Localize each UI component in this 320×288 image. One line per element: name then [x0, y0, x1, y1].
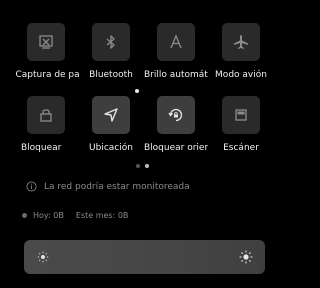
tile-bluetooth[interactable]: Bluetooth [79, 23, 143, 93]
tile-rotation-lock-label: Bloquear orientación [144, 143, 208, 153]
brightness-slider[interactable] [24, 240, 265, 274]
tile-bluetooth-button[interactable] [92, 23, 130, 61]
data-usage-month: Este mes: 0B [75, 211, 129, 220]
bluetooth-indicator-dot [135, 89, 139, 93]
network-warning-text: La red podría estar monitoreada [44, 181, 190, 192]
tile-rotation-lock[interactable]: Bloquear orientación [144, 96, 208, 154]
quick-settings-panel: Captura de pantalla Bluetooth Brillo aut… [0, 0, 288, 288]
page-dot-2[interactable] [145, 164, 149, 168]
tile-location[interactable]: Ubicación [79, 96, 143, 154]
tile-bluetooth-label: Bluetooth [89, 70, 133, 80]
screenshot-icon [39, 35, 53, 49]
airplane-icon [234, 35, 248, 49]
data-usage-bullet-icon [22, 213, 27, 218]
tile-auto-brightness[interactable]: Brillo automático [144, 23, 208, 81]
rotation-lock-icon [168, 108, 183, 122]
data-usage[interactable]: Hoy: 0B Este mes: 0B [22, 211, 128, 220]
lock-icon [40, 109, 52, 122]
tile-location-label: Ubicación [89, 143, 133, 153]
tile-auto-brightness-button[interactable] [157, 23, 195, 61]
info-icon [26, 181, 37, 192]
tile-airplane-mode[interactable]: Modo avión [209, 23, 273, 81]
tile-lock-button[interactable] [27, 96, 65, 134]
bluetooth-icon [106, 35, 115, 49]
data-usage-today: Hoy: 0B [33, 211, 64, 220]
page-indicator [136, 164, 149, 168]
tile-lock[interactable]: Bloquear [14, 96, 78, 154]
tile-scanner-label: Escáner [223, 143, 259, 153]
tile-lock-label: Bloquear [21, 143, 62, 153]
tile-rotation-lock-button[interactable] [157, 96, 195, 134]
tile-airplane-mode-label: Modo avión [215, 70, 267, 80]
tile-screenshot-label: Captura de pantalla [15, 70, 80, 80]
tile-location-button[interactable] [92, 96, 130, 134]
tile-auto-brightness-label: Brillo automático [144, 70, 208, 80]
tile-scanner-button[interactable] [222, 96, 260, 134]
tile-airplane-mode-button[interactable] [222, 23, 260, 61]
scanner-icon [235, 109, 247, 121]
location-icon [104, 108, 118, 122]
sun-small-icon [37, 251, 49, 263]
sun-large-icon [239, 250, 253, 264]
tile-scanner[interactable]: Escáner [209, 96, 273, 154]
tile-screenshot[interactable]: Captura de pantalla [14, 23, 80, 81]
auto-brightness-icon [170, 34, 182, 49]
page-dot-1[interactable] [136, 164, 140, 168]
network-warning[interactable]: La red podría estar monitoreada [26, 181, 190, 192]
tile-screenshot-button[interactable] [27, 23, 65, 61]
